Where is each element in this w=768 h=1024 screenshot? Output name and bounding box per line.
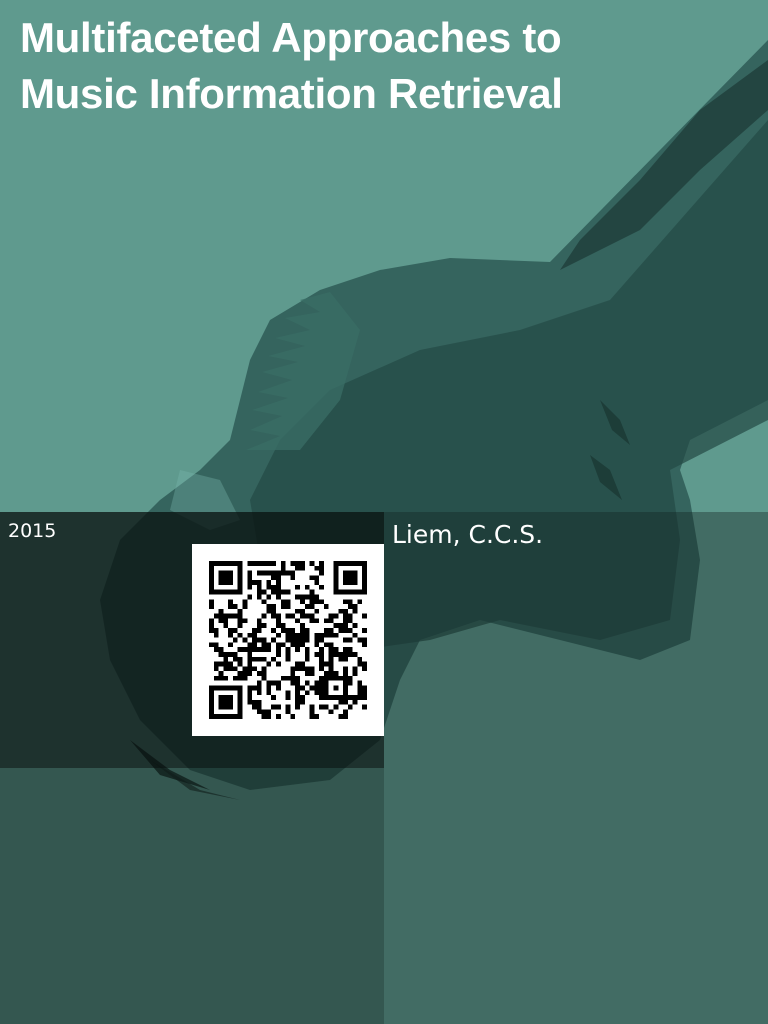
qr-code-icon: [209, 561, 367, 719]
lower-left-panel: [0, 768, 384, 1024]
author-name: Liem, C.C.S.: [392, 520, 544, 549]
publication-year: 2015: [8, 520, 57, 542]
book-title: Multifaceted Approaches to Music Informa…: [20, 14, 563, 117]
book-cover: Multifaceted Approaches to Music Informa…: [0, 0, 768, 1024]
qr-code: [192, 544, 384, 736]
